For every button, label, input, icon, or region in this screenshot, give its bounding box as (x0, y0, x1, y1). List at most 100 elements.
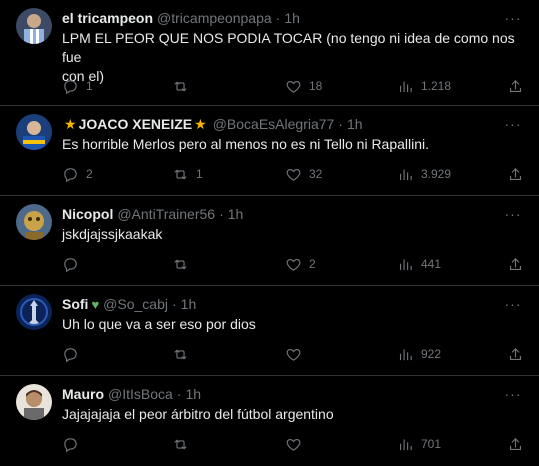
tweet[interactable]: Mauro @ItIsBoca · 1h ··· Jajajajaja el p… (0, 376, 539, 466)
share-icon (509, 257, 522, 270)
display-name[interactable]: Mauro (62, 386, 104, 402)
reply-button[interactable] (62, 436, 86, 453)
view-count: 3.929 (421, 167, 452, 181)
display-name[interactable]: el tricampeon (62, 10, 153, 26)
tweet-header: el tricampeon @tricampeonpapa · 1h (62, 9, 499, 27)
timestamp[interactable]: 1h (347, 116, 363, 132)
views-button[interactable]: 441 (397, 256, 441, 273)
share-button[interactable] (507, 346, 524, 363)
display-name[interactable]: JOACO XENEIZE (79, 116, 193, 132)
tweet-header: ★ JOACO XENEIZE ★ @BocaEsAlegria77 · 1h (62, 115, 499, 133)
username[interactable]: @ItIsBoca (108, 386, 173, 402)
separator: · (338, 116, 344, 132)
display-name[interactable]: Nicopol (62, 206, 113, 222)
reply-button[interactable]: 2 (62, 166, 93, 183)
more-icon[interactable]: ··· (503, 115, 523, 133)
like-count: 32 (309, 167, 323, 181)
like-button[interactable] (285, 346, 309, 363)
share-button[interactable] (507, 166, 524, 183)
view-count: 441 (421, 257, 442, 271)
tweet[interactable]: el tricampeon @tricampeonpapa · 1h ··· L… (0, 0, 539, 106)
share-button[interactable] (507, 256, 524, 273)
retweet-button[interactable] (172, 346, 196, 363)
more-icon[interactable]: ··· (503, 295, 523, 313)
share-icon (509, 167, 522, 180)
avatar-image (16, 8, 52, 44)
retweet-button[interactable]: 1 (172, 166, 203, 183)
display-name[interactable]: Sofi (62, 296, 88, 312)
retweet-button[interactable] (172, 78, 196, 95)
tweet-header: Nicopol @AntiTrainer56 · 1h (62, 205, 499, 223)
like-button[interactable]: 18 (285, 78, 322, 95)
action-bar: 701 (56, 435, 525, 453)
green-heart-icon: ♥ (91, 296, 100, 312)
tweet-text: Uh lo que va a ser eso por dios (62, 315, 517, 334)
timestamp[interactable]: 1h (228, 206, 244, 222)
views-icon (399, 259, 412, 270)
share-icon (509, 437, 522, 450)
retweet-icon (174, 438, 187, 450)
action-bar: 922 (56, 345, 525, 363)
share-icon (509, 347, 522, 360)
username[interactable]: @AntiTrainer56 (117, 206, 215, 222)
heart-icon (286, 348, 301, 361)
views-icon (399, 81, 412, 92)
username[interactable]: @tricampeonpapa (157, 10, 272, 26)
timestamp[interactable]: 1h (185, 386, 201, 402)
reply-icon (64, 437, 77, 452)
action-bar: 1 18 1.218 (56, 77, 525, 95)
heart-icon (286, 80, 301, 93)
heart-icon (286, 168, 301, 181)
retweet-button[interactable] (172, 436, 196, 453)
star-emoji: ★ (194, 115, 207, 132)
reply-button[interactable] (62, 256, 86, 273)
share-button[interactable] (507, 78, 524, 95)
tweet-text-line: Es horrible Merlos pero al menos no es n… (62, 136, 430, 152)
username[interactable]: @BocaEsAlegria77 (213, 116, 335, 132)
reply-count: 1 (86, 79, 93, 93)
reply-count: 2 (86, 167, 93, 181)
username[interactable]: @So_cabj (103, 296, 168, 312)
avatar-image (16, 204, 52, 240)
avatar[interactable] (16, 114, 52, 150)
reply-icon (64, 79, 77, 94)
avatar[interactable] (16, 204, 52, 240)
tweet-text-line: jskdjajssjkaakak (62, 226, 163, 242)
like-button[interactable]: 32 (285, 166, 322, 183)
tweet-text: Es horrible Merlos pero al menos no es n… (62, 135, 517, 154)
views-button[interactable]: 1.218 (397, 78, 451, 95)
tweet-text: jskdjajssjkaakak (62, 225, 517, 244)
retweet-icon (174, 258, 187, 270)
reply-button[interactable]: 1 (62, 78, 93, 95)
more-icon[interactable]: ··· (503, 205, 523, 223)
like-count: 2 (309, 257, 316, 271)
view-count: 1.218 (421, 79, 452, 93)
retweet-icon (174, 168, 187, 180)
action-bar: 2 1 32 3.929 (56, 165, 525, 183)
tweet[interactable]: ★ JOACO XENEIZE ★ @BocaEsAlegria77 · 1h … (0, 106, 539, 196)
separator: · (275, 10, 281, 26)
timestamp[interactable]: 1h (284, 10, 300, 26)
like-button[interactable]: 2 (285, 256, 316, 273)
more-icon[interactable]: ··· (503, 385, 523, 403)
views-button[interactable]: 701 (397, 436, 441, 453)
tweet-text-line: LPM EL PEOR QUE NOS PODIA TOCAR (no teng… (62, 30, 515, 65)
separator: · (219, 206, 224, 222)
tweet[interactable]: Nicopol @AntiTrainer56 · 1h ··· jskdjajs… (0, 196, 539, 286)
heart-icon (286, 258, 301, 271)
timestamp[interactable]: 1h (181, 296, 197, 312)
tweet[interactable]: Sofi ♥ @So_cabj · 1h ··· Uh lo que va a … (0, 286, 539, 376)
views-button[interactable]: 3.929 (397, 166, 451, 183)
avatar-image (16, 114, 52, 150)
retweet-button[interactable] (172, 256, 196, 273)
like-button[interactable] (285, 436, 309, 453)
views-button[interactable]: 922 (397, 346, 441, 363)
avatar[interactable] (16, 294, 52, 330)
separator: · (171, 296, 177, 312)
reply-button[interactable] (62, 346, 86, 363)
avatar[interactable] (16, 8, 52, 44)
more-icon[interactable]: ··· (503, 9, 523, 27)
share-button[interactable] (507, 436, 524, 453)
avatar[interactable] (16, 384, 52, 420)
tweet-header: Mauro @ItIsBoca · 1h (62, 385, 499, 403)
